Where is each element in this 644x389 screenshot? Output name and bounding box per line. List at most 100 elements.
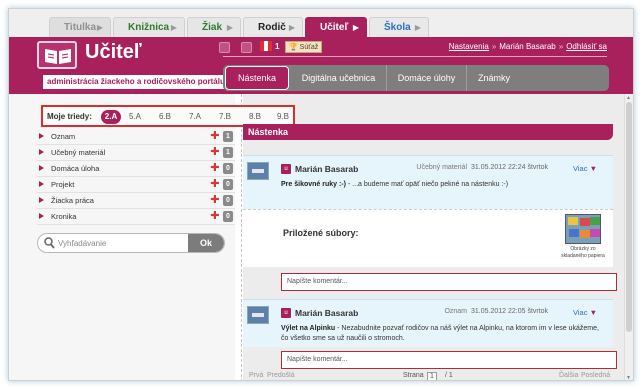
nav-nastenka[interactable]: Nástenka (225, 66, 289, 90)
add-icon[interactable]: ✚ (210, 131, 220, 142)
tab-label: Škola (384, 22, 411, 33)
tab-label: Rodič (258, 22, 286, 33)
chevron-down-icon: ▼ (589, 164, 597, 173)
logout-link[interactable]: Odhlásiť sa (566, 42, 607, 51)
class-9b[interactable]: 9.B (273, 110, 293, 124)
thumb-tile (580, 218, 590, 226)
separator: » (558, 42, 564, 51)
browser-frame: Titulka ▶ Knižnica ▶ Žiak ▶ Rodič ▶ Učiteľ ▶ … (8, 8, 634, 381)
comment-input[interactable]: Napíšte komentár... (281, 273, 617, 291)
nav-znamky[interactable]: Známky (467, 65, 521, 91)
arrow-right-icon: ▶ (170, 23, 177, 32)
post-author[interactable]: Marián Basarab (295, 164, 358, 174)
message-icon[interactable] (219, 42, 230, 53)
sidebar-item-oznam[interactable]: Oznam ✚ 1 (37, 129, 235, 145)
bullet-icon (39, 213, 44, 219)
post-date: 31.05.2012 22:24 štvrtok (471, 164, 549, 171)
tab-ucitel[interactable]: Učiteľ ▶ (305, 17, 367, 37)
search-button[interactable]: Ok (188, 234, 224, 252)
count-badge: 0 (223, 211, 233, 222)
class-5a[interactable]: 5.A (125, 110, 145, 124)
class-7a[interactable]: 7.A (185, 110, 205, 124)
calendar-icon[interactable] (241, 42, 252, 53)
sidebar-item-label: Učebný materiál (51, 148, 106, 157)
pager-of: / 1 (445, 372, 453, 379)
sidebar-item-domaca-uloha[interactable]: Domáca úloha ✚ 0 (37, 161, 235, 177)
class-7b[interactable]: 7.B (215, 110, 235, 124)
bullet-icon (39, 149, 44, 155)
settings-link[interactable]: Nastavenia (449, 42, 489, 51)
pager-next[interactable]: Ďalšia (559, 372, 578, 379)
flag-count: 1 (275, 42, 280, 51)
scrollbar-thumb[interactable] (626, 102, 632, 332)
tab-titulka[interactable]: Titulka ▶ (49, 17, 111, 37)
sidebar-item-label: Kronika (51, 212, 77, 221)
add-icon[interactable]: ✚ (210, 147, 220, 158)
search-icon (44, 237, 55, 251)
tab-label: Učiteľ (320, 22, 349, 33)
arrow-right-icon: ▶ (352, 23, 359, 32)
more-menu[interactable]: Viac ▼ (573, 308, 597, 317)
pager-first[interactable]: Prvá (249, 372, 263, 379)
comment-input[interactable]: Napíšte komentár... (281, 351, 617, 369)
header-divider (223, 56, 607, 57)
tab-label: Knižnica (128, 22, 170, 33)
tab-kniznica[interactable]: Knižnica ▶ (113, 17, 185, 37)
post-author[interactable]: Marián Basarab (295, 308, 358, 318)
add-icon[interactable]: ✚ (210, 179, 220, 190)
add-icon[interactable]: ✚ (210, 211, 220, 222)
brand-title: Učiteľ (85, 41, 142, 63)
arrow-right-icon: ▶ (226, 23, 233, 32)
attachment-caption: Obrázky zo skladaného papiera (561, 246, 605, 259)
scrollbar[interactable]: ▲ ▼ (624, 94, 633, 380)
sidebar-item-ziacka-praca[interactable]: Žiacka práca ✚ 0 (37, 193, 235, 209)
scroll-up-icon[interactable]: ▲ (626, 95, 631, 101)
sidebar-item-ucebny-material[interactable]: Učebný materiál ✚ 1 (37, 145, 235, 161)
thumb-tile (590, 229, 600, 237)
add-icon[interactable]: ✚ (210, 195, 220, 206)
header: Učiteľ administrácia žiackeho a rodičovs… (9, 37, 633, 94)
pager-last[interactable]: Posledná (581, 372, 610, 379)
count-badge: 1 (223, 131, 233, 142)
thumb-tile (590, 217, 600, 225)
tab-label: Žiak (202, 22, 223, 33)
separator: » (491, 42, 497, 51)
thumb-tile (569, 229, 579, 237)
arrow-right-icon: ▶ (288, 23, 295, 32)
attachments-label: Priložené súbory: (283, 228, 359, 238)
sidebar-item-projekt[interactable]: Projekt ✚ 0 (37, 177, 235, 193)
flag-icon[interactable] (260, 41, 274, 53)
contest-label: Súťaž (299, 44, 319, 51)
attachment-thumbnail[interactable] (565, 214, 601, 244)
tab-rodic[interactable]: Rodič ▶ (243, 17, 303, 37)
arrow-right-icon: ▶ (414, 23, 421, 32)
more-label: Viac (573, 308, 588, 317)
avatar (247, 162, 269, 180)
avatar (247, 306, 269, 324)
post-headline: Výlet na Alpinku (281, 325, 336, 332)
tab-skola[interactable]: Škola ▶ (369, 17, 429, 37)
contest-button[interactable]: 🏆 Súťaž (285, 41, 323, 53)
nav-domace-ulohy[interactable]: Domáce úlohy (387, 65, 467, 91)
add-icon[interactable]: ✚ (210, 163, 220, 174)
search-input[interactable]: Vyhľadávanie (58, 239, 106, 248)
comment-placeholder: Napíšte komentár... (287, 278, 348, 285)
more-menu[interactable]: Viac ▼ (573, 164, 597, 173)
page-select[interactable]: 1 (427, 372, 437, 380)
nav-digitalna-ucebnica[interactable]: Digitálna učebnica (291, 65, 387, 91)
scroll-down-icon[interactable]: ▼ (626, 375, 631, 380)
class-2a[interactable]: 2.A (101, 110, 121, 124)
search-box: Vyhľadávanie Ok (37, 233, 225, 253)
tab-ziak[interactable]: Žiak ▶ (187, 17, 241, 37)
thumb-tile (568, 217, 578, 225)
post-category: Oznam (444, 308, 467, 315)
sidebar-item-kronika[interactable]: Kronika ✚ 0 (37, 209, 235, 225)
pager-prev[interactable]: Predošlá (267, 372, 295, 379)
bullet-icon (39, 181, 44, 187)
count-badge: 1 (223, 147, 233, 158)
user-name: Marián Basarab (499, 42, 556, 51)
class-6b[interactable]: 6.B (155, 110, 175, 124)
post-item: u Marián Basarab Učebný materiál 31.05.2… (243, 155, 613, 209)
class-8b[interactable]: 8.B (245, 110, 265, 124)
post-category: Učebný materiál (416, 164, 467, 171)
